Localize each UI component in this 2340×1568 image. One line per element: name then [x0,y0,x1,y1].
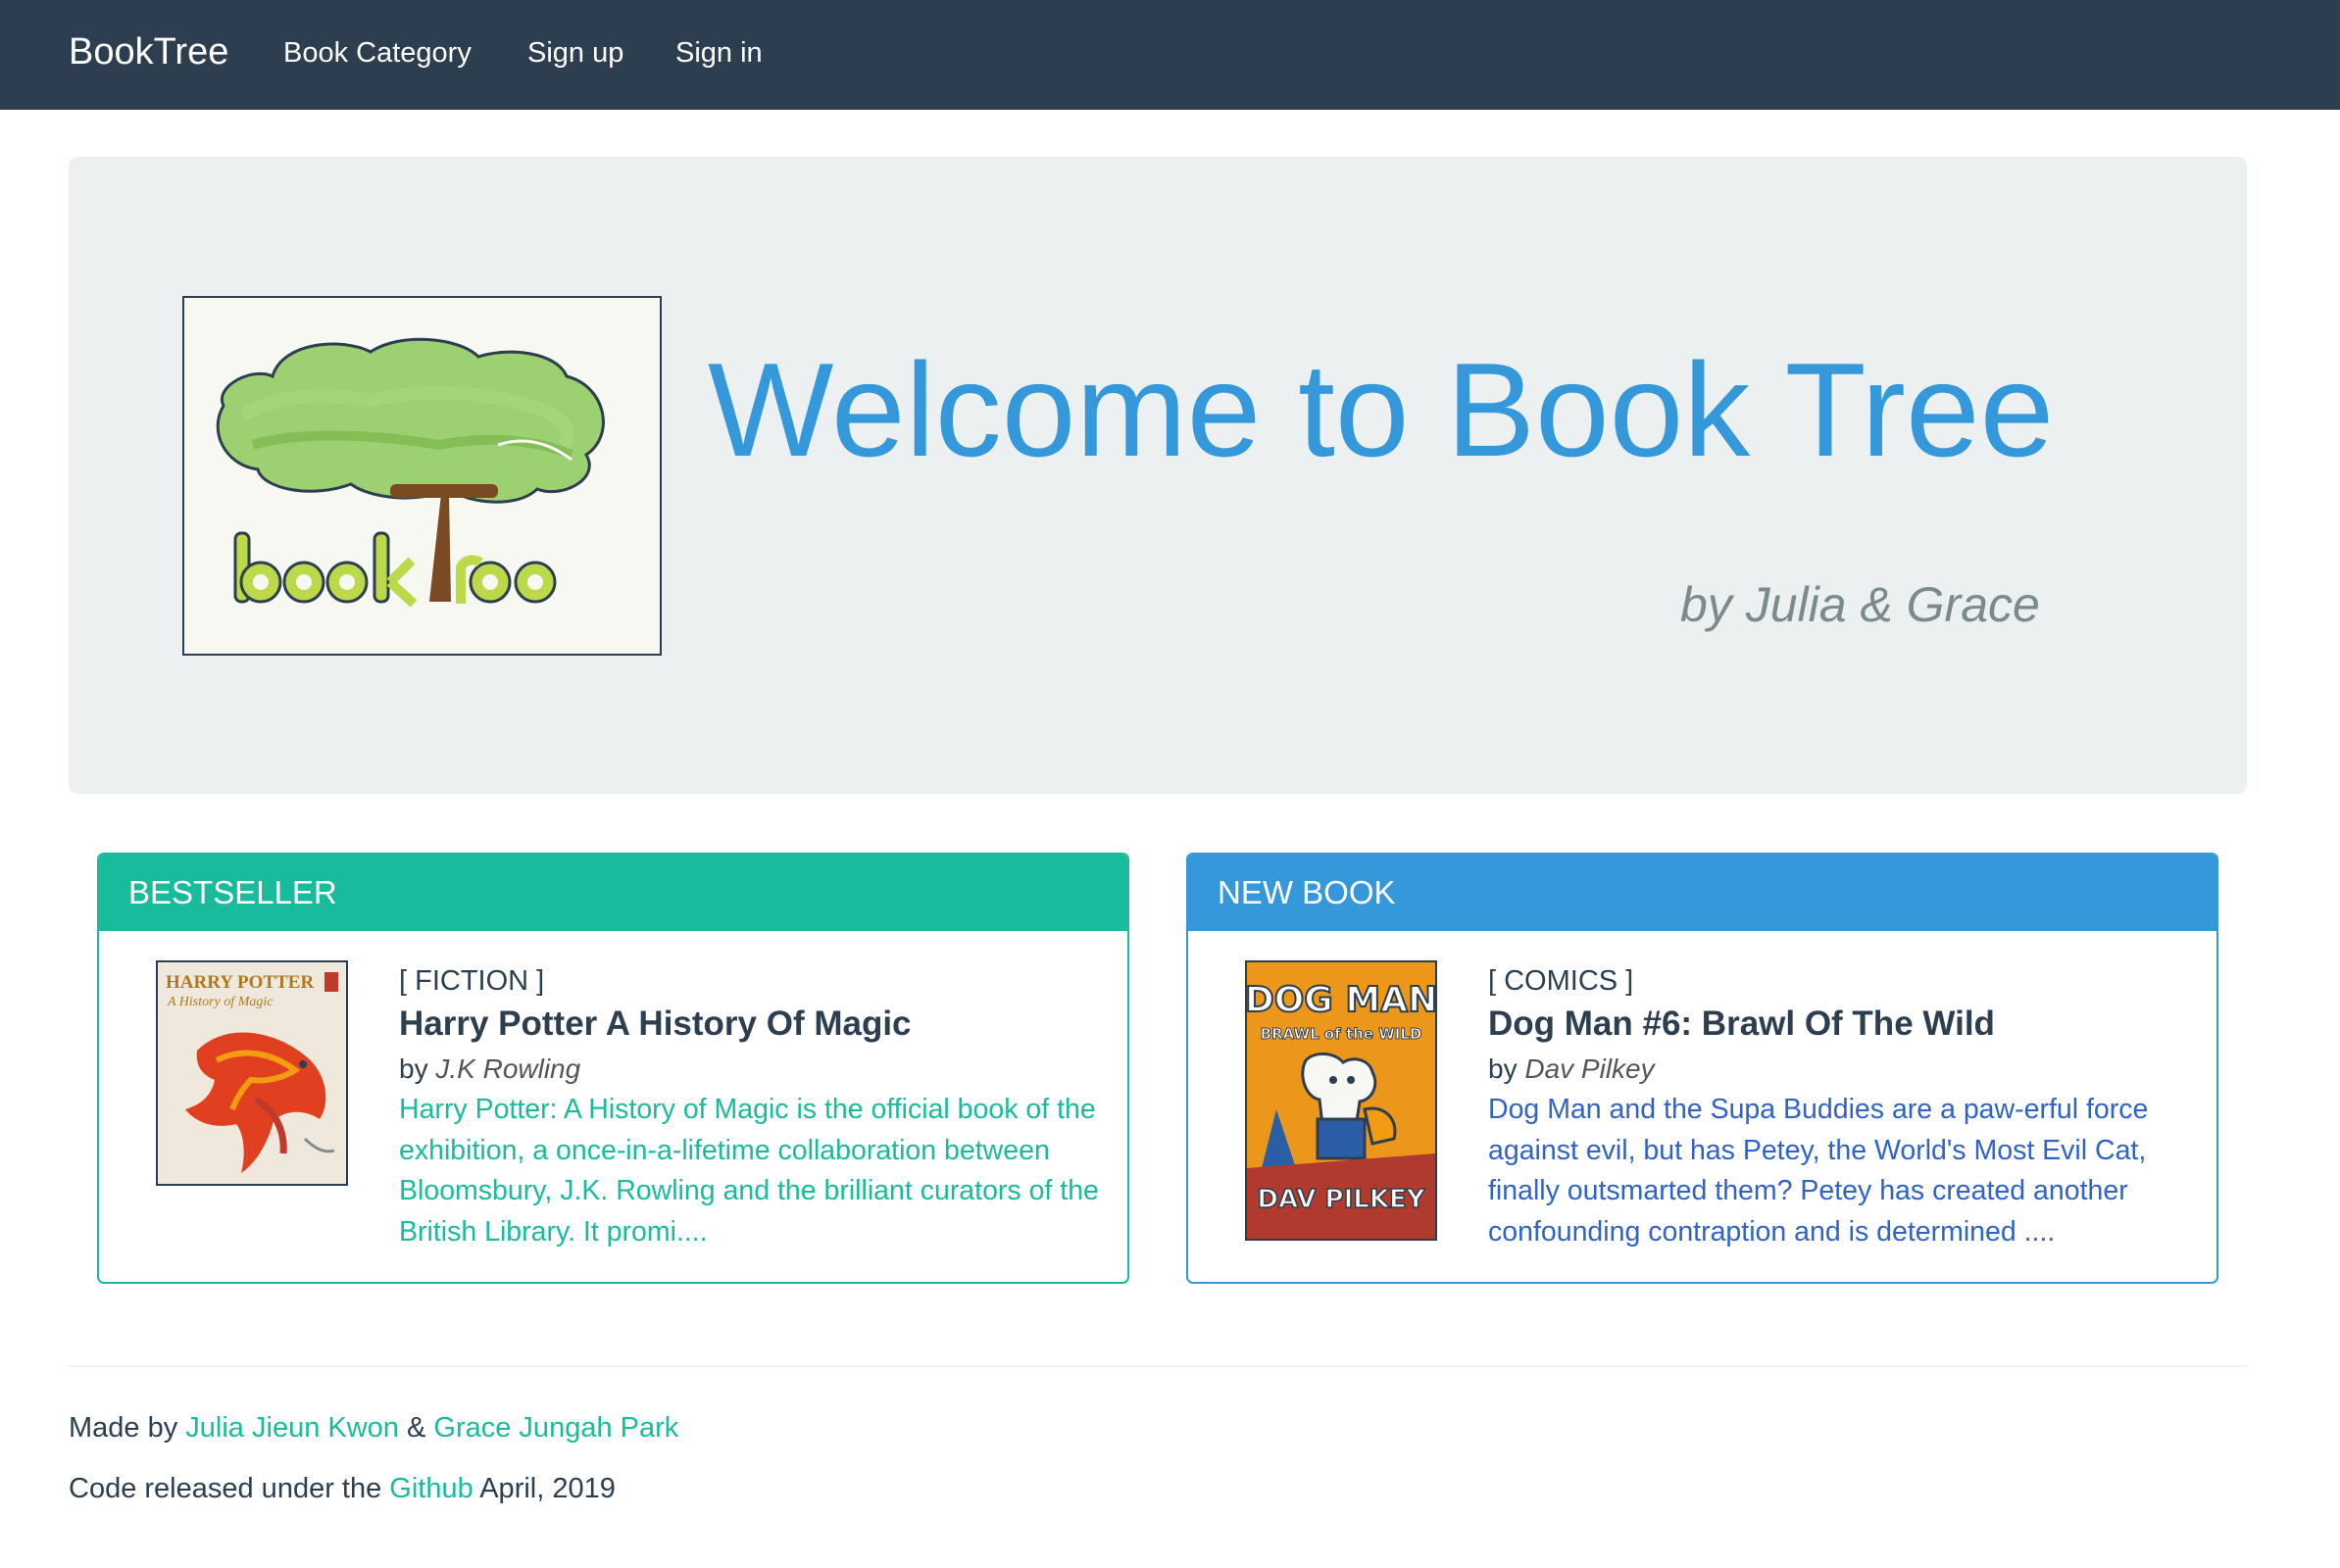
jumbotron: Welcome to Book Tree by Julia & Grace [69,157,2247,794]
author-link-grace[interactable]: Grace Jungah Park [433,1412,678,1444]
new-book-card: NEW BOOK DOG MAN BRAWL of the WILD DAV P… [1186,853,2218,1284]
brand-link[interactable]: BookTree [69,27,228,76]
navbar: BookTree Book Category Sign up Sign in [0,0,2340,110]
cover-series-text: DOG MAN [1247,980,1435,1020]
bestseller-author-line: by J.K Rowling [399,1051,580,1088]
harry-potter-cover-art: HARRY POTTER A History of Magic [158,962,346,1184]
bestseller-card: BESTSELLER HARRY POTTER A History of Mag… [97,853,1129,1284]
released-label: Code released under the [69,1473,382,1504]
new-book-header: NEW BOOK [1188,855,2216,931]
github-link[interactable]: Github [389,1473,473,1504]
welcome-heading: Welcome to Book Tree [708,335,2055,484]
by-label: by [1488,1054,1518,1084]
dog-man-cover-art: DOG MAN BRAWL of the WILD DAV PILKEY [1247,962,1435,1239]
bestseller-author: J.K Rowling [435,1054,581,1084]
harry-potter-cover[interactable]: HARRY POTTER A History of Magic [156,960,348,1186]
nav-sign-up[interactable]: Sign up [527,33,623,73]
nav-book-category[interactable]: Book Category [283,33,472,73]
booktree-logo [182,296,662,656]
cover-series-text: HARRY POTTER [166,972,314,993]
by-label: by [399,1054,428,1084]
dog-man-cover[interactable]: DOG MAN BRAWL of the WILD DAV PILKEY [1245,960,1437,1241]
release-date: April, 2019 [479,1473,616,1504]
bestseller-book-title[interactable]: Harry Potter A History Of Magic [399,1003,912,1046]
cover-subtitle-text: BRAWL of the WILD [1261,1025,1422,1043]
author-link-julia[interactable]: Julia Jieun Kwon [185,1412,399,1444]
new-book-author: Dav Pilkey [1524,1054,1655,1084]
footer-credits: Made by Julia Jieun Kwon & Grace Jungah … [69,1408,678,1447]
footer-divider [69,1365,2247,1367]
bestseller-title: BESTSELLER [128,874,337,910]
bestseller-description: Harry Potter: A History of Magic is the … [399,1094,1099,1248]
new-book-book-title[interactable]: Dog Man #6: Brawl Of The Wild [1488,1003,1995,1046]
booktree-logo-art [184,298,660,654]
cover-subtitle-text: A History of Magic [167,995,274,1009]
new-book-author-line: by Dav Pilkey [1488,1051,1655,1088]
nav-sign-in[interactable]: Sign in [675,33,763,73]
bestseller-header: BESTSELLER [99,855,1127,931]
new-book-genre: [ COMICS ] [1488,965,1634,997]
new-book-title: NEW BOOK [1218,874,1396,910]
bestseller-genre: [ FICTION ] [399,965,545,997]
footer-license: Code released under the Github April, 20… [69,1469,616,1508]
cover-author-text: DAV PILKEY [1257,1185,1425,1214]
ampersand: & [407,1412,426,1444]
new-book-description: Dog Man and the Supa Buddies are a paw-e… [1488,1094,2149,1248]
byline: by Julia & Grace [1680,577,2040,632]
made-by-label: Made by [69,1412,178,1444]
